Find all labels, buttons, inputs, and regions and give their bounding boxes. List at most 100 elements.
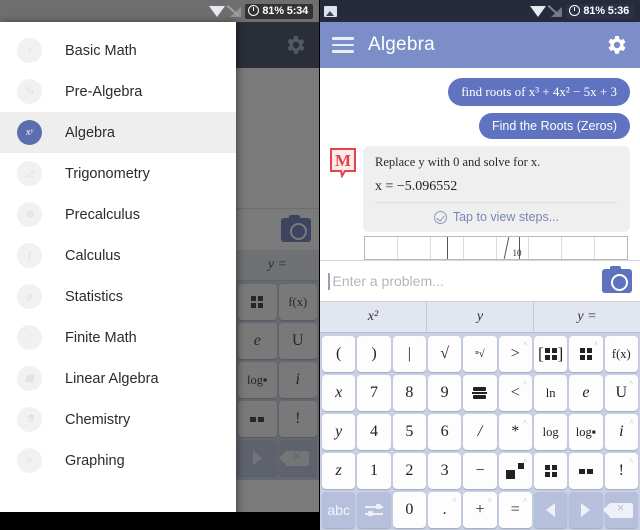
sidebar-item-pre-algebra[interactable]: % Pre-Algebra [0, 71, 236, 112]
settings-sliders-key[interactable] [357, 492, 391, 528]
suggestion-y[interactable]: y [427, 302, 534, 332]
right-status-bar: 81% 5:36 [320, 0, 640, 22]
plus-key[interactable]: + ^ [463, 492, 497, 528]
exponent-key[interactable]: ^ [498, 453, 532, 489]
fraction-key[interactable] [463, 375, 497, 411]
keyboard-row-4: z 1 2 3 − ^ ! ^ [320, 450, 640, 489]
left-status-right: 81% 5:34 [209, 3, 315, 19]
equals-key[interactable]: = ^ [498, 492, 532, 528]
square-root-key[interactable]: √ [427, 336, 462, 372]
variable-x-key[interactable]: x [322, 375, 356, 411]
right-app-bar: Algebra [320, 22, 640, 68]
suggestion-x-squared[interactable]: x² [320, 302, 427, 332]
less-than-key[interactable]: < ^ [498, 375, 532, 411]
search-input[interactable]: Enter a problem... [333, 273, 603, 289]
digit-0-key[interactable]: 0 [392, 492, 426, 528]
matrix-1x2-key[interactable] [569, 453, 603, 489]
keyboard-row-2: x 7 8 9 < ^ ln e U ^ [320, 372, 640, 411]
hamburger-menu-icon[interactable] [332, 37, 354, 53]
sidebar-item-algebra[interactable]: xʸ Algebra [0, 112, 236, 153]
view-steps-link[interactable]: Tap to view steps... [375, 202, 618, 232]
right-status-right: 81% 5:36 [530, 3, 636, 19]
sidebar-item-graphing[interactable]: ≡ Graphing [0, 440, 236, 481]
sidebar-item-finite-math[interactable]: ∴ Finite Math [0, 317, 236, 358]
algebra-icon: xʸ [17, 120, 42, 145]
arrow-left-key[interactable] [533, 492, 568, 528]
sidebar-item-calculus[interactable]: f Calculus [0, 235, 236, 276]
graph-strip[interactable]: 10 [364, 236, 628, 260]
log-base-key[interactable]: log▪ [569, 414, 603, 450]
bot-answer: x = −5.096552 [375, 179, 458, 194]
alphabet-key[interactable]: abc [322, 492, 356, 528]
pre-algebra-icon: % [17, 79, 42, 104]
user-message-bubble[interactable]: find roots of x³ + 4x² − 5x + 3 [448, 78, 630, 106]
decimal-point-key[interactable]: . ^ [427, 492, 462, 528]
alarm-icon [248, 5, 260, 16]
sidebar-item-statistics[interactable]: μ Statistics [0, 276, 236, 317]
basic-math-icon: + [17, 38, 42, 63]
nth-root-key[interactable]: ⁿ√ [463, 336, 497, 372]
sidebar-item-label: Calculus [65, 247, 121, 264]
precalculus-icon: ⊕ [17, 202, 42, 227]
multiply-key[interactable]: * ^ [498, 414, 532, 450]
digit-5-key[interactable]: 5 [392, 414, 426, 450]
gear-icon[interactable] [604, 33, 628, 57]
right-status-left [324, 5, 530, 17]
wifi-icon [209, 5, 226, 17]
arrow-right-key[interactable] [569, 492, 603, 528]
chemistry-icon: ⚗ [17, 407, 42, 432]
log-key[interactable]: log [533, 414, 568, 450]
digit-9-key[interactable]: 9 [427, 375, 462, 411]
imaginary-i-key[interactable]: i ^ [604, 414, 638, 450]
keyboard-row-3: y 4 5 6 / * ^ log log▪ i ^ [320, 411, 640, 450]
digit-7-key[interactable]: 7 [357, 375, 391, 411]
calculus-icon: f [17, 243, 42, 268]
euler-e-key[interactable]: e [569, 375, 603, 411]
variable-y-key[interactable]: y [322, 414, 356, 450]
function-key[interactable]: f(x) [604, 336, 638, 372]
problem-input-bar[interactable]: Enter a problem... [320, 260, 640, 302]
alarm-icon [569, 5, 581, 16]
sidebar-item-label: Chemistry [65, 411, 131, 428]
math-keyboard: x² y y = ( ) | √ ⁿ√ >^ [] ^ f(x) x 7 8 [320, 302, 640, 530]
matrix-2x2-key[interactable] [533, 453, 568, 489]
digit-6-key[interactable]: 6 [427, 414, 462, 450]
digit-3-key[interactable]: 3 [427, 453, 462, 489]
finite-math-icon: ∴ [17, 325, 42, 350]
digit-4-key[interactable]: 4 [357, 414, 391, 450]
drawer-scrim[interactable] [236, 22, 319, 530]
battery-level: 81% [583, 4, 605, 17]
sidebar-item-chemistry[interactable]: ⚗ Chemistry [0, 399, 236, 440]
sidebar-item-precalculus[interactable]: ⊕ Precalculus [0, 194, 236, 235]
camera-icon[interactable] [602, 266, 632, 293]
digit-1-key[interactable]: 1 [357, 453, 391, 489]
natural-log-key[interactable]: ln [533, 375, 568, 411]
sidebar-item-basic-math[interactable]: + Basic Math [0, 30, 236, 71]
left-screen: 81% 5:34 y = f(x) eU log▪i ! [0, 0, 320, 530]
suggestion-y-equals[interactable]: y = [534, 302, 640, 332]
factorial-key[interactable]: ! ^ [604, 453, 638, 489]
user-action-bubble[interactable]: Find the Roots (Zeros) [478, 113, 630, 139]
divide-key[interactable]: / [463, 414, 497, 450]
clock-time: 5:36 [607, 4, 629, 17]
bracket-matrix-key[interactable]: [] [533, 336, 568, 372]
sidebar-item-trigonometry[interactable]: ◿ Trigonometry [0, 153, 236, 194]
digit-2-key[interactable]: 2 [392, 453, 426, 489]
variable-z-key[interactable]: z [322, 453, 356, 489]
view-steps-label: Tap to view steps... [452, 210, 560, 224]
sidebar-item-linear-algebra[interactable]: ▦ Linear Algebra [0, 358, 236, 399]
union-key[interactable]: U ^ [604, 375, 638, 411]
minus-key[interactable]: − [463, 453, 497, 489]
greater-than-key[interactable]: > ^ [498, 336, 532, 372]
backspace-key[interactable] [602, 492, 638, 528]
bot-message-row: M Replace y with 0 and solve for x. x = … [330, 146, 630, 232]
digit-8-key[interactable]: 8 [392, 375, 426, 411]
left-paren-key[interactable]: ( [322, 336, 356, 372]
sidebar-item-label: Trigonometry [65, 165, 150, 182]
signal-off-icon [229, 6, 242, 17]
chat-area: find roots of x³ + 4x² − 5x + 3 Find the… [320, 68, 640, 260]
sidebar-item-label: Precalculus [65, 206, 140, 223]
matrix-grid-key[interactable]: ^ [569, 336, 603, 372]
absolute-value-key[interactable]: | [392, 336, 426, 372]
right-paren-key[interactable]: ) [357, 336, 391, 372]
